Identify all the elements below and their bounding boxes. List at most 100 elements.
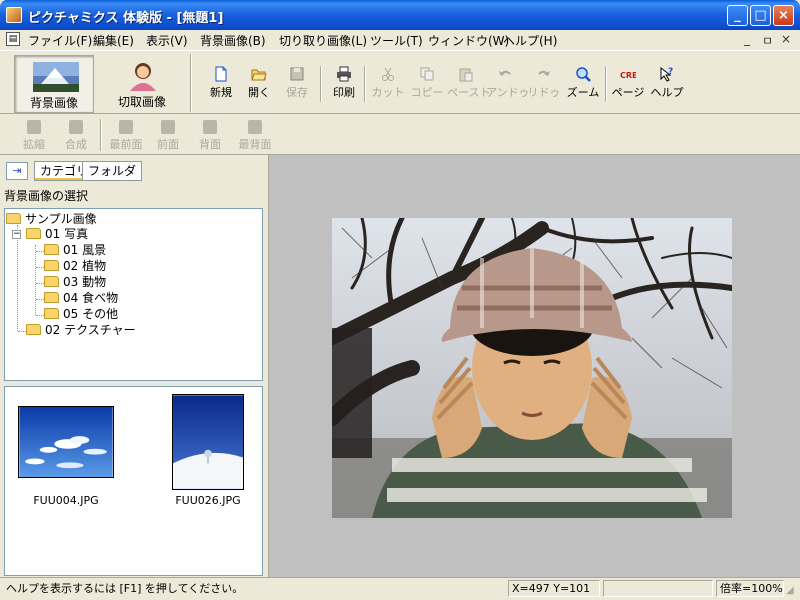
tree-item-food[interactable]: 04 食べ物 <box>44 290 118 306</box>
zoom-button[interactable]: ズーム <box>564 64 602 104</box>
save-button[interactable]: 保存 <box>278 64 316 104</box>
thumbnail-fuu026[interactable] <box>172 394 244 490</box>
scale-label: 拡縮 <box>23 138 45 151</box>
panel-toggle-icon[interactable]: ⇥ <box>6 162 28 180</box>
app-icon[interactable] <box>6 7 22 23</box>
toolbar-separator <box>190 54 192 112</box>
minimize-button[interactable]: _ <box>727 5 748 26</box>
zoom-label: ズーム <box>566 86 600 99</box>
undo-button[interactable]: アンドゥ <box>486 64 530 104</box>
zoom-icon <box>576 67 591 82</box>
tree-item-label: 03 動物 <box>63 275 107 289</box>
open-folder-icon <box>6 213 21 224</box>
folder-icon <box>44 292 59 303</box>
new-label: 新規 <box>210 86 232 99</box>
person-thumbnail-icon <box>130 63 156 91</box>
save-label: 保存 <box>286 86 308 99</box>
mode-background-button[interactable]: 背景画像 <box>14 55 94 113</box>
redo-label: リドゥ <box>527 86 561 99</box>
tree-item-plants[interactable]: 02 植物 <box>44 258 106 274</box>
status-empty <box>603 580 713 597</box>
svg-text:CREO: CREO <box>620 71 636 80</box>
document-icon[interactable]: ▤ <box>6 32 20 46</box>
menu-background[interactable]: 背景画像(B) <box>200 32 266 49</box>
folder-icon <box>44 260 59 271</box>
creo-page-icon: CREO <box>620 71 636 80</box>
help-label: ヘルプ <box>650 86 684 99</box>
toolbar-separator <box>100 119 102 151</box>
redo-icon <box>538 70 550 76</box>
bring-forward-button[interactable]: 前面 <box>145 119 191 153</box>
collapse-icon[interactable]: − <box>12 230 21 239</box>
tree-item-landscape[interactable]: 01 風景 <box>44 242 106 258</box>
bring-forward-label: 前面 <box>157 138 179 151</box>
tab-folder[interactable]: フォルダ <box>82 161 143 181</box>
toolbar-separator <box>364 66 366 102</box>
bring-forward-icon <box>161 120 175 134</box>
toolbar-separator <box>605 66 607 102</box>
bring-front-icon <box>119 120 133 134</box>
menu-edit[interactable]: 編集(E) <box>93 32 134 49</box>
bring-front-button[interactable]: 最前面 <box>103 119 149 153</box>
send-backward-button[interactable]: 背面 <box>187 119 233 153</box>
printer-icon <box>337 66 351 82</box>
mode-background-label: 背景画像 <box>29 96 78 110</box>
thumbnail-fuu004[interactable] <box>18 406 114 478</box>
redo-button[interactable]: リドゥ <box>525 64 563 104</box>
menu-help[interactable]: ヘルプ(H) <box>503 32 557 49</box>
folder-icon <box>26 324 41 335</box>
copy-button[interactable]: コピー <box>408 64 446 104</box>
send-backward-icon <box>203 120 217 134</box>
mode-cutout-button[interactable]: 切取画像 <box>102 55 182 113</box>
tree-item-photo[interactable]: 01 写真 <box>26 226 88 242</box>
menu-view[interactable]: 表示(V) <box>146 32 188 49</box>
maximize-button[interactable]: □ <box>750 5 771 26</box>
help-button[interactable]: ? ヘルプ <box>648 64 686 104</box>
resize-grip-icon[interactable]: ◢ <box>786 585 798 597</box>
menu-cutout[interactable]: 切り取り画像(L) <box>279 32 367 49</box>
tree-item-label: 02 植物 <box>63 259 107 273</box>
composite-button[interactable]: 合成 <box>53 119 99 153</box>
title-bar[interactable]: ピクチャミクス 体験版 - [無題1] _ □ × <box>0 0 800 30</box>
print-label: 印刷 <box>333 86 355 99</box>
save-disk-icon <box>290 67 304 81</box>
new-document-icon <box>215 66 227 82</box>
tree-item-label: 01 風景 <box>63 243 107 257</box>
close-button[interactable]: × <box>773 5 794 26</box>
composite-label: 合成 <box>65 138 87 151</box>
send-back-button[interactable]: 最背面 <box>232 119 278 153</box>
composite-icon <box>69 120 83 134</box>
scale-button[interactable]: 拡縮 <box>11 119 57 153</box>
open-label: 開く <box>248 86 270 99</box>
menu-file[interactable]: ファイル(F) <box>28 32 92 49</box>
mdi-close-button[interactable]: × <box>781 32 791 46</box>
send-back-icon <box>248 120 262 134</box>
open-button[interactable]: 開く <box>240 64 278 104</box>
cut-label: カット <box>371 86 405 99</box>
page-label: ページ <box>611 86 645 99</box>
thumbnail-caption: FUU004.JPG <box>33 494 99 507</box>
menu-window[interactable]: ウィンドウ(W) <box>428 32 509 49</box>
tree-item-texture[interactable]: 02 テクスチャー <box>26 322 136 338</box>
paste-button[interactable]: ペースト <box>447 64 490 104</box>
scissors-icon <box>382 67 394 81</box>
tree-item-label: 04 食べ物 <box>63 291 119 305</box>
mdi-minimize-button[interactable]: _ <box>744 32 750 46</box>
new-button[interactable]: 新規 <box>202 64 240 104</box>
folder-icon <box>44 308 59 319</box>
page-button[interactable]: CREO ページ <box>609 64 647 104</box>
tree-item-animals[interactable]: 03 動物 <box>44 274 106 290</box>
landscape-thumbnail-icon <box>33 62 79 92</box>
print-button[interactable]: 印刷 <box>325 64 363 104</box>
status-zoom: 倍率=100% <box>716 580 784 597</box>
mdi-restore-button[interactable]: ㅁ <box>762 32 773 49</box>
panel-heading: 背景画像の選択 <box>4 189 89 203</box>
send-backward-label: 背面 <box>199 138 221 151</box>
tree-item-other[interactable]: 05 その他 <box>44 306 118 322</box>
composite-photo[interactable] <box>332 218 732 518</box>
tree-root[interactable]: サンプル画像 <box>6 211 97 227</box>
menu-tools[interactable]: ツール(T) <box>370 32 423 49</box>
folder-icon <box>26 228 41 239</box>
cut-button[interactable]: カット <box>369 64 407 104</box>
scale-icon <box>27 120 41 134</box>
